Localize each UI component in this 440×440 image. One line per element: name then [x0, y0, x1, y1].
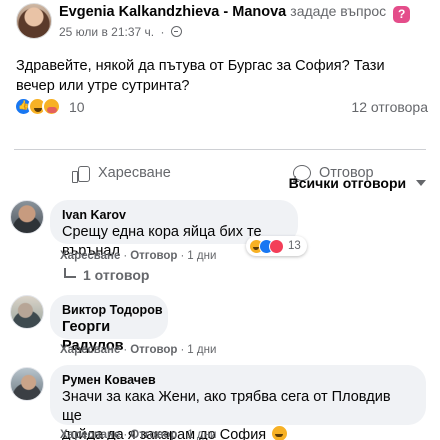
comment-reactions[interactable]: 13 [246, 236, 307, 256]
comment-reactions-count: 13 [288, 240, 301, 252]
comment-like-link[interactable]: Харесване [60, 344, 120, 356]
laughing-emoji-icon [272, 426, 288, 440]
author-avatar[interactable] [16, 3, 52, 39]
post-author-name[interactable]: Evgenia Kalkandzhieva - Manova [59, 4, 286, 20]
post-header: Evgenia Kalkandzhieva - Manova зададе въ… [0, 0, 440, 46]
answers-count[interactable]: 12 отговора [351, 99, 428, 115]
reactions-count[interactable]: 10 [69, 99, 85, 115]
caret-down-icon [416, 180, 426, 186]
comment-text-line1: Значи за кака Жени, ако трябва сега от П… [62, 389, 391, 424]
reactions-summary[interactable]: 10 12 отговора [14, 96, 428, 118]
post-text: Здравейте, някой да пътува от Бургас за … [16, 58, 385, 94]
comment-reply-link[interactable]: Отговор [130, 344, 177, 356]
comment-author[interactable]: Ivan Karov [62, 207, 286, 223]
comment-bubble: Румен Ковачев Значи за кака Жени, ако тр… [50, 365, 426, 440]
globe-icon [170, 26, 182, 37]
care-icon [42, 97, 61, 116]
comment-author[interactable]: Виктор Тодоров [62, 302, 163, 318]
separator: · [123, 250, 128, 262]
post-author-line: Evgenia Kalkandzhieva - Manova зададе въ… [59, 3, 411, 23]
sort-dropdown[interactable]: Всички отговори [289, 175, 426, 191]
replies-label: 1 отговор [83, 267, 150, 283]
like-button[interactable]: Харесване [72, 161, 171, 185]
comment-time[interactable]: 1 дни [187, 250, 216, 262]
comment-time[interactable]: 1 дни [187, 344, 216, 356]
comment-reply-link[interactable]: Отговор [130, 250, 177, 262]
post-meta: 25 юли в 21:37 ч. · [59, 25, 182, 39]
separator: · [123, 344, 128, 356]
meta-separator: · [160, 25, 165, 39]
commenter-avatar[interactable] [10, 295, 44, 329]
reply-arrow-icon [64, 268, 76, 278]
separator: · [180, 429, 185, 440]
post-date[interactable]: 25 юли в 21:37 ч. [59, 25, 154, 39]
like-button-label: Харесване [98, 165, 171, 181]
commenter-avatar[interactable] [10, 367, 44, 401]
sort-label: Всички отговори [288, 175, 407, 191]
comment-bubble: Виктор Тодоров Георги Радулов [50, 295, 168, 354]
post-type-label: зададе въпрос [290, 3, 387, 19]
divider [14, 149, 426, 150]
separator: · [123, 429, 128, 440]
separator: · [180, 250, 185, 262]
comment-like-link[interactable]: Харесване [60, 429, 120, 440]
comment-actions: Харесване · Отговор · 1 дни [60, 429, 216, 440]
love-icon [269, 238, 284, 254]
question-badge-icon: ? [393, 6, 411, 23]
comment-time[interactable]: 1 дни [187, 429, 216, 440]
thumbs-up-icon [72, 164, 90, 183]
separator: · [180, 344, 185, 356]
commenter-avatar[interactable] [10, 200, 44, 234]
comment-reply-link[interactable]: Отговор [130, 429, 177, 440]
comment-like-link[interactable]: Харесване [60, 250, 120, 262]
comment-author[interactable]: Румен Ковачев [62, 372, 414, 388]
comment-actions: Харесване · Отговор · 1 дни [60, 344, 216, 356]
comment-actions: Харесване · Отговор · 1 дни [60, 250, 216, 262]
view-replies-link[interactable]: 1 отговор [64, 267, 149, 283]
